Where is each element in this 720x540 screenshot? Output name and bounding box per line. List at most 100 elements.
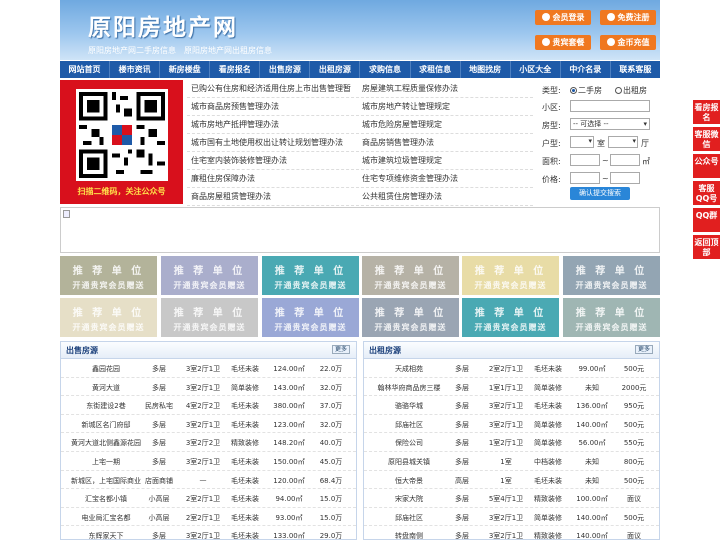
recommend-tile[interactable]: 推 荐 单 位开通贵宾会员赠送 bbox=[462, 298, 559, 337]
policy-link[interactable]: 城市建筑垃圾管理规定 bbox=[362, 152, 442, 169]
policy-link[interactable]: 商品房屋租赁管理办法 bbox=[191, 188, 271, 205]
area-min-input[interactable] bbox=[570, 154, 600, 166]
sale-more-button[interactable]: 更多 bbox=[332, 345, 350, 354]
policy-link[interactable]: 房屋建筑工程质量保修办法 bbox=[362, 80, 458, 97]
nav-wanted-rent[interactable]: 求租信息 bbox=[411, 61, 461, 78]
listing-row[interactable]: 东街建设2巷 民房私宅 4室2厅2卫 毛坯未装 380.00㎡ 37.0万 bbox=[61, 396, 356, 415]
listing-row[interactable]: 黄河大道 多层 3室2厅1卫 简单装修 143.00㎡ 32.0万 bbox=[61, 378, 356, 397]
search-submit-button[interactable]: 确认提交搜索 bbox=[570, 187, 630, 200]
listing-community[interactable]: 鑫园花园 bbox=[69, 364, 143, 374]
listing-row[interactable]: 东辉家天下 多层 3室2厅1卫 毛坯未装 133.00㎡ 29.0万 bbox=[61, 526, 356, 539]
policy-link[interactable]: 商品房销售管理办法 bbox=[362, 134, 434, 151]
listing-community[interactable]: 上宅一期 bbox=[69, 457, 143, 467]
area-max-input[interactable] bbox=[610, 154, 640, 166]
recommend-tile[interactable]: 推 荐 单 位开通贵宾会员赠送 bbox=[60, 298, 157, 337]
listing-row[interactable]: 新城区名门府邸 多层 3室2厅1卫 毛坯未装 123.00㎡ 32.0万 bbox=[61, 415, 356, 434]
listing-row[interactable]: 转盘南侧 多层 3室2厅1卫 精致装修 140.00㎡ 面议 bbox=[364, 526, 659, 539]
nav-for-rent[interactable]: 出租房源 bbox=[310, 61, 361, 78]
listing-row[interactable]: 邱庙社区 多层 3室2厅1卫 简单装修 140.00㎡ 500元 bbox=[364, 508, 659, 527]
nav-map-search[interactable]: 地图找房 bbox=[461, 61, 511, 78]
price-max-input[interactable] bbox=[610, 172, 640, 184]
listing-row[interactable]: 保险公司 多层 1室2厅1卫 简单装修 56.00㎡ 550元 bbox=[364, 433, 659, 452]
listing-community[interactable]: 黄河大道 bbox=[69, 383, 143, 393]
nav-new-homes[interactable]: 新房楼盘 bbox=[160, 61, 211, 78]
hall-select[interactable]: ▾ bbox=[608, 136, 638, 148]
listing-community[interactable]: 新城区名门府邸 bbox=[69, 420, 143, 430]
policy-link[interactable]: 城市房地产转让管理规定 bbox=[362, 98, 450, 115]
listing-row[interactable]: 电业局汇宝名都 小高层 2室2厅1卫 毛坯未装 93.00㎡ 15.0万 bbox=[61, 508, 356, 527]
policy-link[interactable]: 城市房地产抵押管理办法 bbox=[191, 116, 279, 133]
policy-link[interactable]: 公共租赁住房管理办法 bbox=[362, 188, 442, 205]
listing-row[interactable]: 邱庙社区 多层 3室2厅1卫 简单装修 140.00㎡ 500元 bbox=[364, 415, 659, 434]
nav-agencies[interactable]: 中介名录 bbox=[561, 61, 611, 78]
policy-link[interactable]: 已购公有住房和经济适用住房上市出售管理暂 bbox=[191, 80, 351, 97]
policy-link[interactable]: 城市商品房预售管理办法 bbox=[191, 98, 279, 115]
policy-link[interactable]: 城市国有土地使用权出让转让规划管理办法 bbox=[191, 134, 343, 151]
nav-wanted-buy[interactable]: 求购信息 bbox=[360, 61, 411, 78]
nav-home[interactable]: 网站首页 bbox=[60, 61, 111, 78]
listing-row[interactable]: 翰林华府商品房三楼 多层 1室1厅1卫 简单装修 未知 2000元 bbox=[364, 378, 659, 397]
recommend-tile[interactable]: 推 荐 单 位开通贵宾会员赠送 bbox=[60, 256, 157, 295]
member-login-button[interactable]: 会员登录 bbox=[535, 10, 591, 25]
site-logo[interactable]: 原阳房地产网 bbox=[88, 8, 238, 42]
rent-more-button[interactable]: 更多 bbox=[635, 345, 653, 354]
listing-community[interactable]: 电业局汇宝名都 bbox=[69, 513, 143, 523]
policy-link[interactable]: 住宅专项维修资金管理办法 bbox=[362, 170, 458, 187]
listing-community[interactable]: 东街建设2巷 bbox=[69, 401, 143, 411]
side-official-account[interactable]: 公众号 bbox=[693, 154, 720, 178]
vip-package-button[interactable]: 贵宾套餐 bbox=[535, 35, 591, 50]
listing-community[interactable]: 保险公司 bbox=[372, 438, 446, 448]
listing-community[interactable]: 东辉家天下 bbox=[69, 531, 143, 539]
recommend-tile[interactable]: 推 荐 单 位开通贵宾会员赠送 bbox=[362, 256, 459, 295]
radio-rental[interactable]: 出租房 bbox=[615, 85, 647, 96]
listing-row[interactable]: 汇宝名都小镇 小高层 2室2厅1卫 毛坯未装 94.00㎡ 15.0万 bbox=[61, 489, 356, 508]
ad-banner[interactable] bbox=[60, 207, 660, 253]
listing-community[interactable]: 邱庙社区 bbox=[372, 420, 446, 430]
side-back-to-top[interactable]: 返回顶部 bbox=[693, 235, 720, 259]
listing-community[interactable]: 黄河大道北侧鑫源花园 bbox=[69, 438, 143, 448]
recommend-tile[interactable]: 推 荐 单 位开通贵宾会员赠送 bbox=[161, 298, 258, 337]
side-service-qq[interactable]: 客服QQ号 bbox=[693, 181, 720, 205]
listing-row[interactable]: 天成相苑 多层 2室2厅1卫 毛坯未装 99.00㎡ 500元 bbox=[364, 359, 659, 378]
recommend-tile[interactable]: 推 荐 单 位开通贵宾会员赠送 bbox=[262, 298, 359, 337]
listing-community[interactable]: 翰林华府商品房三楼 bbox=[372, 383, 446, 393]
side-qq-group[interactable]: QQ群 bbox=[693, 208, 720, 232]
listing-row[interactable]: 原阳县城关镇 多层 1室 中档装修 未知 800元 bbox=[364, 452, 659, 471]
nav-contact-service[interactable]: 联系客服 bbox=[611, 61, 660, 78]
side-service-wechat[interactable]: 客服微信 bbox=[693, 127, 720, 151]
listing-community[interactable]: 天成相苑 bbox=[372, 364, 446, 374]
recommend-tile[interactable]: 推 荐 单 位开通贵宾会员赠送 bbox=[462, 256, 559, 295]
coin-recharge-button[interactable]: 金币充值 bbox=[600, 35, 656, 50]
recommend-tile[interactable]: 推 荐 单 位开通贵宾会员赠送 bbox=[563, 256, 660, 295]
recommend-tile[interactable]: 推 荐 单 位开通贵宾会员赠送 bbox=[161, 256, 258, 295]
policy-link[interactable]: 住宅室内装饰装修管理办法 bbox=[191, 152, 287, 169]
nav-viewing-signup[interactable]: 看房报名 bbox=[210, 61, 261, 78]
recommend-tile[interactable]: 推 荐 单 位开通贵宾会员赠送 bbox=[563, 298, 660, 337]
listing-community[interactable]: 新城区，上宅国际商业 bbox=[69, 476, 143, 486]
community-input[interactable] bbox=[570, 100, 650, 112]
listing-community[interactable]: 恒大帝景 bbox=[372, 476, 446, 486]
listing-community[interactable]: 汇宝名都小镇 bbox=[69, 494, 143, 504]
listing-row[interactable]: 上宅一期 多层 3室2厅1卫 毛坯未装 150.00㎡ 45.0万 bbox=[61, 452, 356, 471]
nav-news[interactable]: 楼市资讯 bbox=[110, 61, 161, 78]
price-min-input[interactable] bbox=[570, 172, 600, 184]
listing-community[interactable]: 原阳县城关镇 bbox=[372, 457, 446, 467]
listing-row[interactable]: 鑫园花园 多层 3室2厅1卫 毛坯未装 124.00㎡ 22.0万 bbox=[61, 359, 356, 378]
listing-community[interactable]: 转盘南侧 bbox=[372, 531, 446, 539]
listing-row[interactable]: 宋家大院 多层 5室4厅1卫 精致装修 100.00㎡ 面议 bbox=[364, 489, 659, 508]
listing-row[interactable]: 恒大帝景 高层 1室 毛坯未装 未知 500元 bbox=[364, 471, 659, 490]
listing-row[interactable]: 新城区，上宅国际商业 店面商铺 — 毛坯未装 120.00㎡ 68.4万 bbox=[61, 471, 356, 490]
free-register-button[interactable]: 免费注册 bbox=[600, 10, 656, 25]
policy-link[interactable]: 廉租住房保障办法 bbox=[191, 170, 255, 187]
radio-secondhand[interactable]: 二手房 bbox=[570, 85, 602, 96]
recommend-tile[interactable]: 推 荐 单 位开通贵宾会员赠送 bbox=[362, 298, 459, 337]
recommend-tile[interactable]: 推 荐 单 位开通贵宾会员赠送 bbox=[262, 256, 359, 295]
nav-for-sale[interactable]: 出售房源 bbox=[260, 61, 311, 78]
nav-communities[interactable]: 小区大全 bbox=[511, 61, 561, 78]
listing-row[interactable]: 骆骆华城 多层 3室2厅1卫 毛坯未装 136.00㎡ 950元 bbox=[364, 396, 659, 415]
side-viewing-signup[interactable]: 看房报名 bbox=[693, 100, 720, 124]
listing-community[interactable]: 宋家大院 bbox=[372, 494, 446, 504]
room-select[interactable]: ▾ bbox=[570, 136, 594, 148]
housetype-select[interactable]: -- 可选择 -- ▾ bbox=[570, 118, 650, 130]
listing-community[interactable]: 骆骆华城 bbox=[372, 401, 446, 411]
